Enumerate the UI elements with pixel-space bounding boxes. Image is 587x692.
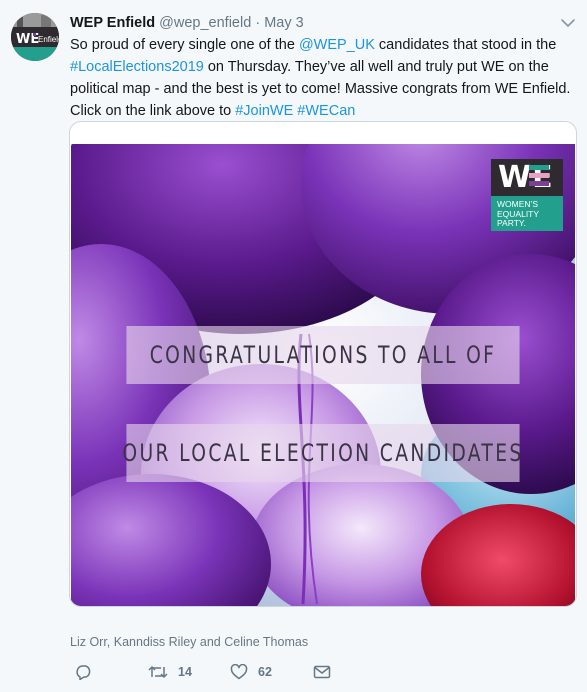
banner-line-1: CONGRATULATIONS TO ALL OF [126, 326, 520, 384]
hashtag-link[interactable]: #JoinWE [235, 103, 293, 119]
heart-icon [230, 664, 248, 680]
envelope-icon [313, 665, 331, 679]
logo-text-line: PARTY. [497, 218, 526, 228]
like-count: 62 [258, 665, 272, 679]
hashtag-link[interactable]: #LocalElections2019 [70, 59, 204, 75]
separator: · [255, 15, 261, 31]
retweet-count: 14 [178, 665, 192, 679]
hashtag-link[interactable]: #WECan [297, 103, 355, 119]
logo-text: WOMEN’S EQUALITY PARTY. [491, 196, 563, 231]
tagged-people[interactable]: Liz Orr, Kanndiss Riley and Celine Thoma… [70, 635, 308, 649]
reply-icon [76, 665, 91, 680]
retweet-icon [148, 665, 168, 679]
tweet-photo[interactable]: CONGRATULATIONS TO ALL OF OUR LOCAL ELEC… [71, 144, 575, 606]
mention-link[interactable]: @WEP_UK [299, 37, 375, 53]
reply-button[interactable] [75, 664, 93, 680]
tweet-text: So proud of every single one of the @WEP… [70, 34, 575, 122]
tweet[interactable]: WE Enfield WEP Enfield @wep_enfield · Ma… [0, 0, 587, 692]
logo-stripe [529, 181, 549, 186]
avatar[interactable]: WE Enfield [11, 13, 59, 61]
svg-text:Enfield: Enfield [38, 35, 59, 44]
author-handle[interactable]: @wep_enfield [159, 15, 251, 31]
womens-equality-party-logo: WE WOMEN’S EQUALITY PARTY. [491, 159, 563, 231]
logo-stripe [529, 165, 549, 170]
media-card[interactable]: CONGRATULATIONS TO ALL OF OUR LOCAL ELEC… [69, 121, 577, 607]
text-part: candidates that stood in the [374, 37, 557, 53]
banner-line-2: OUR LOCAL ELECTION CANDIDATES [122, 424, 521, 482]
like-button[interactable]: 62 [230, 664, 272, 680]
tweet-date[interactable]: May 3 [264, 15, 304, 31]
tweet-actions: 14 62 [70, 664, 370, 684]
chevron-down-icon[interactable] [560, 16, 576, 28]
retweet-button[interactable]: 14 [148, 664, 192, 680]
tweet-header: WEP Enfield @wep_enfield · May 3 [70, 14, 304, 33]
author-name[interactable]: WEP Enfield [70, 15, 155, 31]
text-part: So proud of every single one of the [70, 37, 299, 53]
logo-stripe [529, 173, 549, 178]
direct-message-button[interactable] [313, 664, 331, 680]
